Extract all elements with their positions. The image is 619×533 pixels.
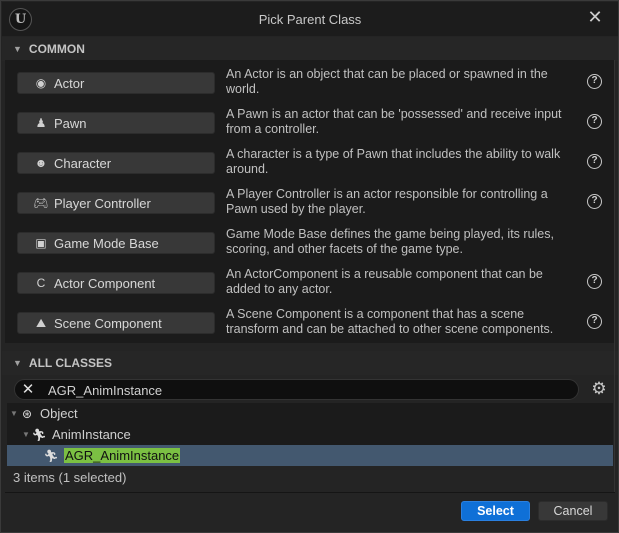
class-button-label: Character	[54, 155, 112, 171]
gear-icon: ⚙	[591, 379, 607, 398]
common-class-row: ⛰ Scene Component A Scene Component is a c…	[5, 300, 614, 340]
clear-search-button[interactable]: ✕	[20, 381, 36, 399]
cancel-button[interactable]: Cancel	[538, 501, 608, 521]
class-description: An ActorComponent is a reusable componen…	[226, 267, 543, 296]
help-icon[interactable]: ?	[587, 154, 602, 169]
class-button-label: Pawn	[54, 115, 87, 131]
all-classes-section-header[interactable]: ▼ ALL CLASSES	[2, 351, 618, 375]
pick-parent-class-dialog: U Pick Parent Class ✕ ▼ COMMON ◉ Actor An …	[0, 0, 619, 533]
collapse-triangle-icon: ▼	[13, 358, 22, 368]
class-button-pawn[interactable]: ♟ Pawn	[17, 112, 215, 134]
class-button-character[interactable]: ☻ Character	[17, 152, 215, 174]
character-icon: ☻	[34, 156, 48, 170]
dialog-title: Pick Parent Class	[258, 12, 362, 27]
class-button-player-controller[interactable]: 🎮︎ Player Controller	[17, 192, 215, 214]
common-section-header[interactable]: ▼ COMMON	[2, 37, 618, 61]
common-class-row: 🎮︎ Player Controller A Player Controller i…	[5, 180, 614, 220]
actor-component-icon: C	[36, 276, 46, 290]
tree-item-animinstance[interactable]: ▼ 🏃︎ AnimInstance	[7, 424, 613, 445]
select-button[interactable]: Select	[461, 501, 530, 521]
tree-item-label: AnimInstance	[52, 427, 131, 442]
help-icon[interactable]: ?	[587, 314, 602, 329]
help-icon[interactable]: ?	[587, 194, 602, 209]
class-button-game-mode-base[interactable]: ▣ Game Mode Base	[17, 232, 215, 254]
help-icon[interactable]: ?	[587, 114, 602, 129]
class-search-box: ✕	[14, 379, 579, 400]
item-count-status: 3 items (1 selected)	[13, 470, 127, 485]
footer-divider	[5, 492, 615, 493]
close-button[interactable]: ✕	[586, 7, 604, 27]
anim-instance-icon: 🏃︎	[31, 427, 47, 442]
close-icon: ✕	[21, 381, 35, 398]
common-class-row: ◉ Actor An Actor is an object that can be …	[5, 60, 614, 100]
help-icon[interactable]: ?	[587, 74, 602, 89]
tree-item-label: AGR_AnimInstance	[64, 448, 181, 463]
tree-item-agr-animinstance[interactable]: 🏃︎ AGR_AnimInstance	[7, 445, 613, 466]
class-description: An Actor is an object that can be placed…	[226, 67, 548, 96]
common-class-row: ▣ Game Mode Base Game Mode Base defines th…	[5, 220, 614, 260]
class-button-actor-component[interactable]: C Actor Component	[17, 272, 215, 294]
expand-arrow-icon[interactable]: ▼	[9, 409, 19, 418]
expand-arrow-icon[interactable]: ▼	[21, 430, 31, 439]
common-class-row: ♟ Pawn A Pawn is an actor that can be 'pos…	[5, 100, 614, 140]
close-icon: ✕	[587, 7, 603, 27]
collapse-triangle-icon: ▼	[13, 44, 22, 54]
class-button-label: Scene Component	[54, 315, 162, 331]
class-button-label: Actor	[54, 75, 85, 91]
class-button-scene-component[interactable]: ⛰ Scene Component	[17, 312, 215, 334]
class-description: A Scene Component is a component that ha…	[226, 307, 554, 336]
all-classes-section-label: ALL CLASSES	[28, 356, 113, 370]
class-description: A Player Controller is an actor responsi…	[226, 187, 548, 216]
title-bar: U Pick Parent Class ✕	[2, 2, 618, 36]
class-button-label: Actor Component	[54, 275, 156, 291]
common-section-label: COMMON	[28, 42, 85, 56]
class-tree: ▼ ⊛ Object ▼ 🏃︎ AnimInstance 🏃︎ AGR_AnimInstanc…	[7, 403, 613, 466]
anim-instance-icon: 🏃︎	[43, 448, 59, 463]
class-search-input[interactable]	[48, 381, 568, 399]
tree-item-object[interactable]: ▼ ⊛ Object	[7, 403, 613, 424]
scrollbar[interactable]	[614, 60, 615, 492]
common-class-row: ☻ Character A character is a type of Pawn …	[5, 140, 614, 180]
view-options-button[interactable]: ⚙	[590, 380, 608, 398]
scene-component-icon: ⛰	[35, 315, 47, 330]
pawn-icon: ♟	[35, 116, 47, 130]
class-description: A character is a type of Pawn that inclu…	[226, 147, 561, 176]
help-icon[interactable]: ?	[587, 274, 602, 289]
gamepad-icon: 🎮︎	[33, 196, 49, 210]
common-classes-panel: ◉ Actor An Actor is an object that can be …	[5, 60, 614, 343]
object-icon: ⊛	[21, 406, 33, 421]
class-button-label: Game Mode Base	[54, 235, 159, 251]
class-description: Game Mode Base defines the game being pl…	[226, 227, 554, 256]
class-description: A Pawn is an actor that can be 'possesse…	[226, 107, 562, 136]
class-button-actor[interactable]: ◉ Actor	[17, 72, 215, 94]
tree-item-label: Object	[40, 406, 78, 421]
game-mode-icon: ▣	[35, 236, 47, 250]
actor-sphere-icon: ◉	[35, 76, 47, 90]
class-button-label: Player Controller	[54, 195, 151, 211]
common-class-row: C Actor Component An ActorComponent is a r…	[5, 260, 614, 300]
